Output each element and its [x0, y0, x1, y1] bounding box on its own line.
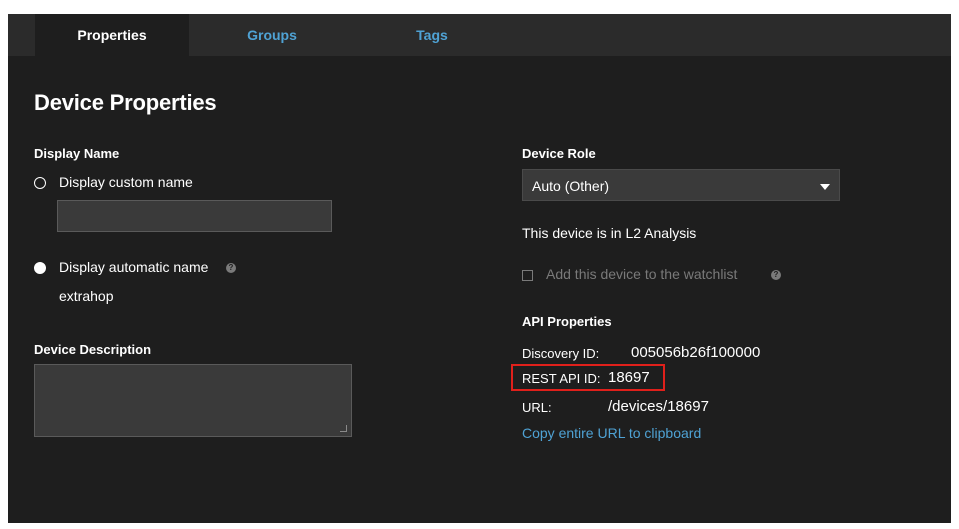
display-custom-radio[interactable]	[34, 177, 46, 189]
automatic-name-value: extrahop	[59, 288, 114, 304]
api-properties-heading: API Properties	[522, 314, 612, 329]
device-properties-panel: Properties Groups Tags Device Properties…	[8, 14, 951, 523]
analysis-status-text: This device is in L2 Analysis	[522, 225, 697, 241]
rest-api-id-highlight	[511, 364, 665, 391]
tab-properties[interactable]: Properties	[35, 14, 189, 56]
watchlist-label[interactable]: Add this device to the watchlist	[546, 266, 737, 282]
tab-groups[interactable]: Groups	[195, 14, 349, 56]
discovery-id-label: Discovery ID:	[522, 346, 600, 361]
device-description-textarea[interactable]	[34, 364, 352, 437]
caret-down-icon	[820, 184, 830, 190]
device-role-label: Device Role	[522, 146, 596, 161]
display-name-label: Display Name	[34, 146, 120, 161]
help-icon[interactable]: ?	[771, 270, 781, 280]
device-description-label: Device Description	[34, 342, 152, 357]
copy-url-link[interactable]: Copy entire URL to clipboard	[522, 425, 701, 441]
resize-handle-icon[interactable]	[340, 425, 347, 432]
custom-name-input[interactable]	[57, 200, 332, 232]
tab-tags[interactable]: Tags	[355, 14, 509, 56]
url-value: /devices/18697	[608, 398, 709, 415]
discovery-id-value: 005056b26f100000	[631, 344, 761, 361]
page-title: Device Properties	[34, 90, 217, 115]
display-automatic-radio[interactable]	[34, 262, 46, 274]
display-automatic-label[interactable]: Display automatic name	[59, 259, 208, 275]
tab-bar: Properties Groups Tags	[8, 14, 951, 56]
display-custom-label[interactable]: Display custom name	[59, 174, 193, 190]
watchlist-checkbox[interactable]	[522, 270, 533, 281]
help-icon[interactable]: ?	[226, 263, 236, 273]
url-label: URL:	[522, 400, 552, 415]
device-role-value: Auto (Other)	[532, 178, 610, 194]
device-role-select[interactable]: Auto (Other)	[522, 169, 840, 201]
